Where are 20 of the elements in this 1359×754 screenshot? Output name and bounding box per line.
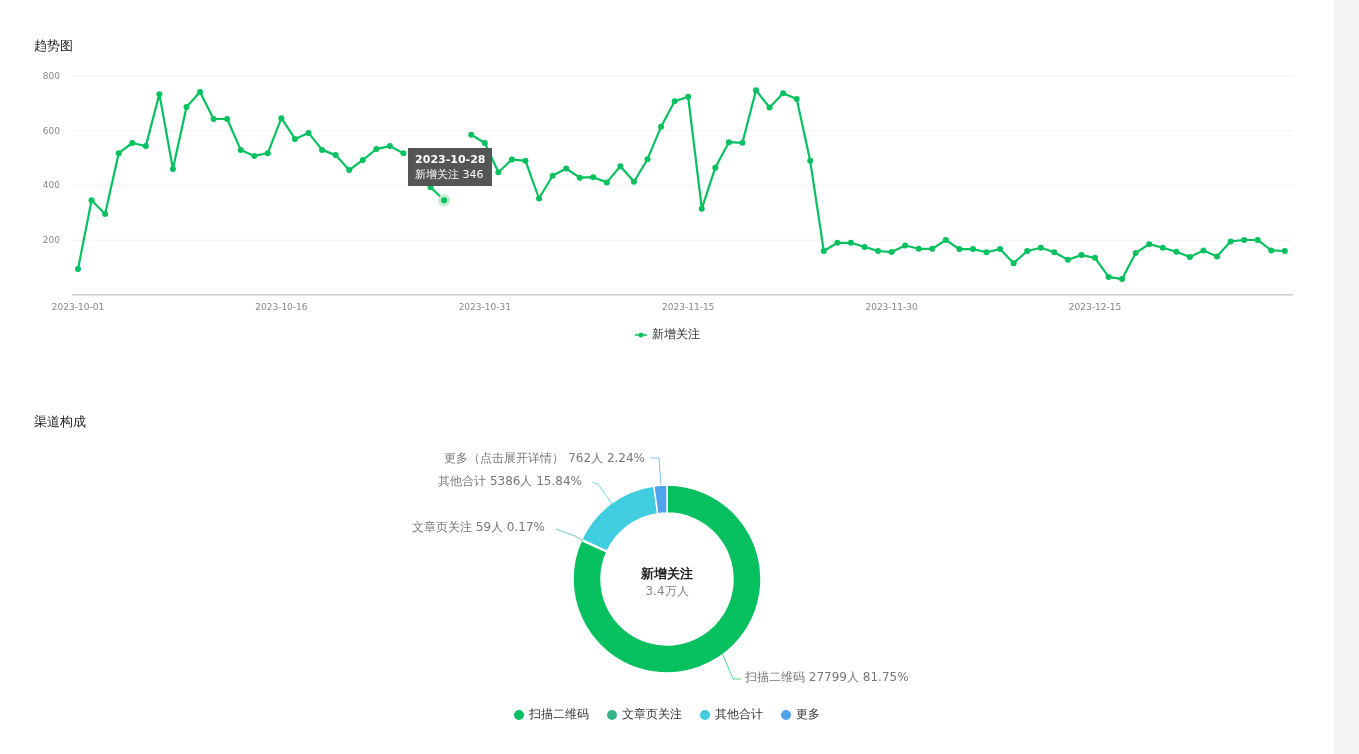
slice-label: 其他合计 5386人 15.84% xyxy=(438,474,582,488)
axis-label: 2023-10-31 xyxy=(458,302,511,312)
section-title: 渠道构成 xyxy=(34,413,86,431)
axis-label: 200 xyxy=(42,235,60,246)
axis-label: 2023-11-30 xyxy=(865,302,918,312)
axis-label: 2023-10-01 xyxy=(51,302,105,312)
slice-label: 文章页关注 59人 0.17% xyxy=(411,520,545,534)
section-title: 趋势图 xyxy=(34,37,73,55)
slice-label: 更多（点击展开详情） 762人 2.24% xyxy=(444,451,645,465)
axis-label: 2023-10-16 xyxy=(255,302,308,312)
donut-center-value: 3.4万人 xyxy=(645,584,689,598)
axis-label: 2023-11-15 xyxy=(662,302,715,312)
axis-label: 600 xyxy=(42,125,60,136)
donut-center-title: 新增关注 xyxy=(641,566,693,581)
axis-label: 400 xyxy=(42,180,60,191)
tooltip-value: 新增关注 346 xyxy=(415,167,485,183)
axis-label: 2023-12-15 xyxy=(1068,302,1122,312)
tooltip-date: 2023-10-28 xyxy=(415,152,486,168)
axis-label: 800 xyxy=(42,71,60,82)
slice-label: 扫描二维码 27799人 81.75% xyxy=(745,670,909,684)
